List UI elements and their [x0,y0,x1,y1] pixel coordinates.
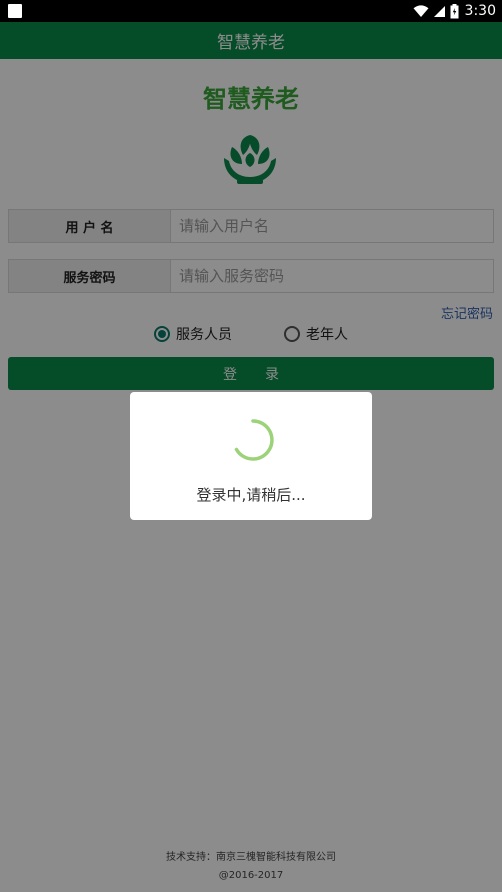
signal-icon [433,5,445,17]
notification-icon [8,4,22,18]
loading-spinner-icon [234,419,274,461]
status-icons: 3:30 [413,0,496,22]
battery-icon [450,3,459,18]
status-time: 3:30 [464,3,496,19]
wifi-icon [413,4,429,17]
status-bar: 3:30 [0,0,502,22]
loading-dialog: 登录中,请稍后... [130,392,372,520]
loading-message: 登录中,请稍后... [196,486,306,504]
